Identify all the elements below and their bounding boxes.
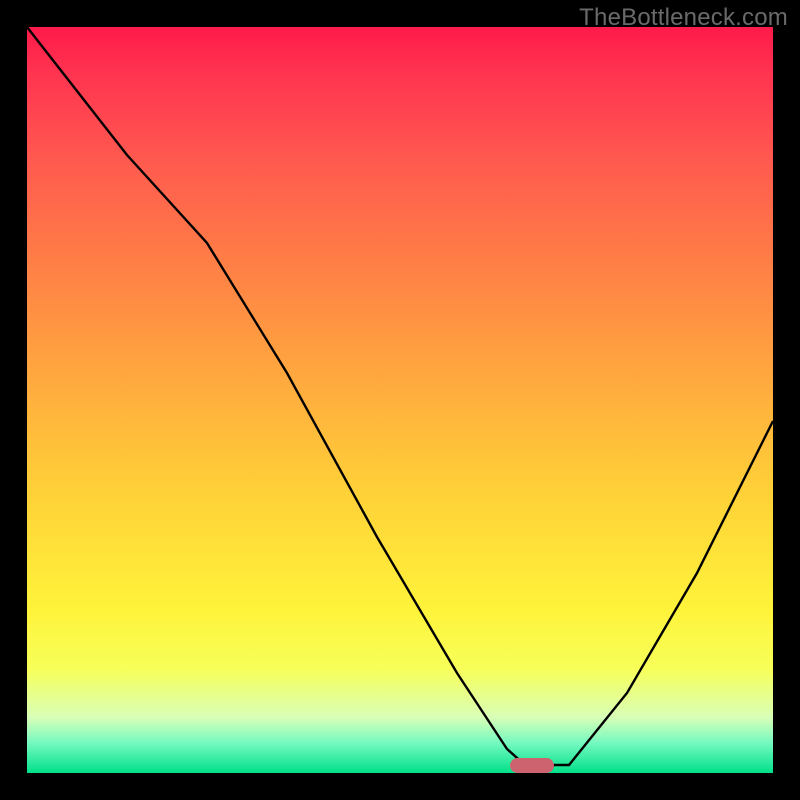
optimal-marker (510, 758, 554, 773)
curve-path (27, 27, 773, 765)
bottleneck-curve (27, 27, 773, 773)
